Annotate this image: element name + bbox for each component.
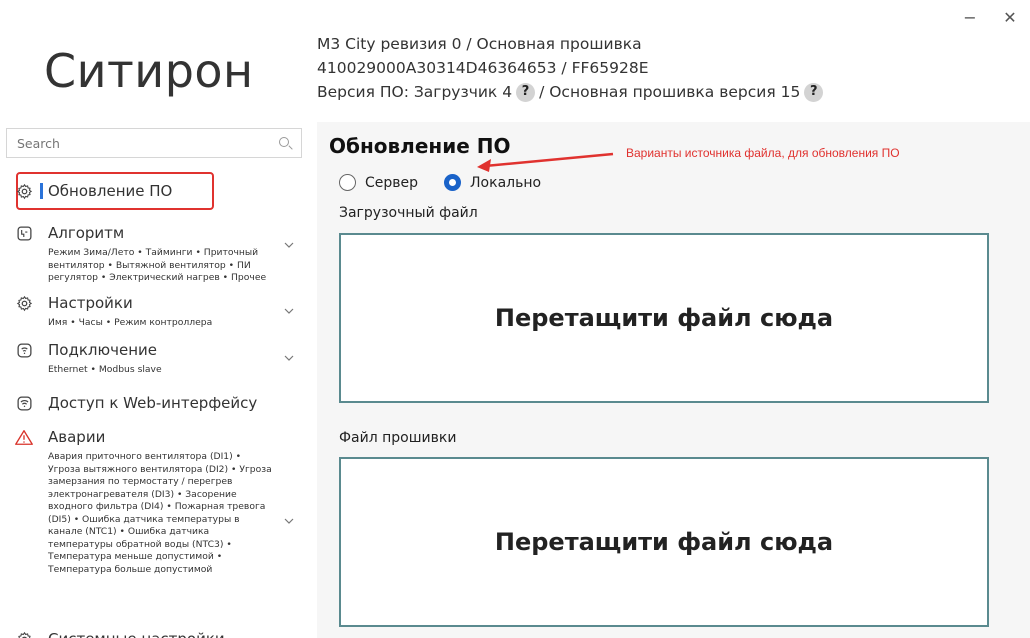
device-serial: 410029000A30314D46364653 / FF65928E: [317, 59, 649, 77]
device-model: M3 City ревизия 0 / Основная прошивка: [317, 35, 642, 53]
minimize-button[interactable]: −: [950, 2, 990, 32]
main-firmware-version: / Основная прошивка версия 15: [539, 83, 801, 101]
connection-icon: [14, 340, 34, 360]
radio-local[interactable]: Локально: [444, 174, 541, 191]
sidebar-item-settings[interactable]: Настройки Имя • Часы • Режим контроллера: [14, 292, 304, 330]
firmware-file-label: Файл прошивки: [339, 430, 457, 446]
sidebar-item-web-access[interactable]: Доступ к Web-интерфейсу: [14, 392, 304, 414]
wifi-icon: [14, 393, 34, 413]
sidebar-item-label: Аварии: [48, 428, 106, 446]
radio-unselected-icon: [339, 174, 356, 191]
search-input[interactable]: [17, 135, 267, 151]
bootloader-dropzone[interactable]: Перетащити файл сюда: [339, 233, 989, 403]
sidebar-item-label: Алгоритм: [48, 224, 125, 242]
warning-icon: [14, 427, 34, 447]
sidebar-item-label: Настройки: [48, 294, 133, 312]
gear-icon: [14, 293, 34, 313]
bootloader-file-label: Загрузочный файл: [339, 205, 478, 221]
sidebar-item-label: Системные настройки: [48, 630, 225, 638]
chevron-down-icon[interactable]: [284, 306, 294, 316]
dropzone-text: Перетащити файл сюда: [494, 528, 834, 556]
radio-label: Локально: [470, 174, 542, 191]
app-logo: Ситирон: [44, 44, 254, 98]
sidebar-item-label: Подключение: [48, 341, 157, 359]
sidebar-item-algorithm[interactable]: Алгоритм Режим Зима/Лето • Тайминги • Пр…: [14, 222, 304, 285]
window-controls: − ✕: [950, 0, 1030, 34]
firmware-version-line: Версия ПО: Загрузчик 4 ? / Основная прош…: [317, 80, 827, 104]
sidebar-item-subitems[interactable]: Имя • Часы • Режим контроллера: [48, 317, 286, 330]
annotation-arrow-icon: [477, 152, 614, 172]
bootloader-help-icon[interactable]: ?: [516, 82, 536, 102]
sidebar-item-system-settings[interactable]: Системные настройки: [14, 628, 304, 638]
firmware-help-icon[interactable]: ?: [804, 82, 824, 102]
close-button[interactable]: ✕: [990, 2, 1030, 32]
sidebar-item-subitems[interactable]: Режим Зима/Лето • Тайминги • Приточный в…: [48, 247, 286, 285]
sidebar-item-connection[interactable]: Подключение Ethernet • Modbus slave: [14, 339, 304, 377]
radio-label: Сервер: [365, 174, 419, 191]
sidebar-item-firmware-update[interactable]: Обновление ПО: [14, 180, 304, 202]
sidebar: Обновление ПО Алгоритм Режим Зима/Лето •…: [0, 122, 308, 638]
annotation-note: Варианты источника файла, для обновления…: [626, 146, 900, 160]
gear-icon: [14, 629, 34, 638]
chevron-down-icon[interactable]: [284, 516, 294, 526]
chevron-down-icon[interactable]: [284, 240, 294, 250]
gear-icon: [14, 181, 34, 201]
sidebar-item-subitems[interactable]: Авария приточного вентилятора (DI1) • Уг…: [48, 451, 276, 576]
sidebar-item-label: Доступ к Web-интерфейсу: [48, 394, 258, 412]
device-info: M3 City ревизия 0 / Основная прошивка 41…: [317, 32, 827, 104]
chevron-down-icon[interactable]: [284, 353, 294, 363]
sidebar-item-label: Обновление ПО: [48, 182, 173, 200]
active-indicator: [40, 183, 43, 199]
algorithm-icon: [14, 223, 34, 243]
radio-server[interactable]: Сервер: [339, 174, 418, 191]
search-box: [6, 128, 302, 158]
search-icon[interactable]: [279, 137, 289, 147]
dropzone-text: Перетащити файл сюда: [494, 304, 834, 332]
radio-selected-icon: [444, 174, 462, 191]
firmware-dropzone[interactable]: Перетащити файл сюда: [339, 457, 989, 627]
sidebar-item-alarms[interactable]: Аварии Авария приточного вентилятора (DI…: [14, 426, 304, 576]
bootloader-version: Версия ПО: Загрузчик 4: [317, 83, 513, 101]
source-radio-group: Сервер Локально: [339, 174, 567, 191]
main-content: Обновление ПО Варианты источника файла, …: [317, 122, 1030, 638]
sidebar-item-subitems[interactable]: Ethernet • Modbus slave: [48, 364, 286, 377]
